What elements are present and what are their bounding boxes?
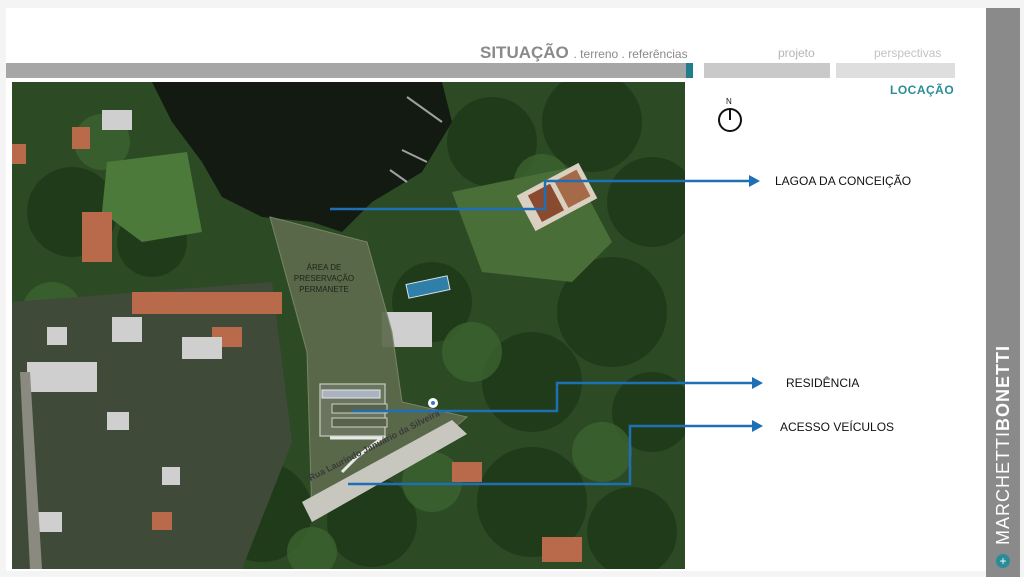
callout-arrows <box>330 175 763 486</box>
brand-logo: MARCHETTIBONETTI <box>988 0 1018 545</box>
callout-label-acesso: ACESSO VEÍCULOS <box>780 420 895 434</box>
brand-part2: BONETTI <box>993 345 1013 431</box>
brand-part1: MARCHETTI <box>993 431 1013 545</box>
callout-label-residencia: RESIDÊNCIA <box>786 376 860 390</box>
plus-icon[interactable]: + <box>996 554 1010 568</box>
callout-label-lagoa: LAGOA DA CONCEIÇÃO <box>775 174 912 188</box>
